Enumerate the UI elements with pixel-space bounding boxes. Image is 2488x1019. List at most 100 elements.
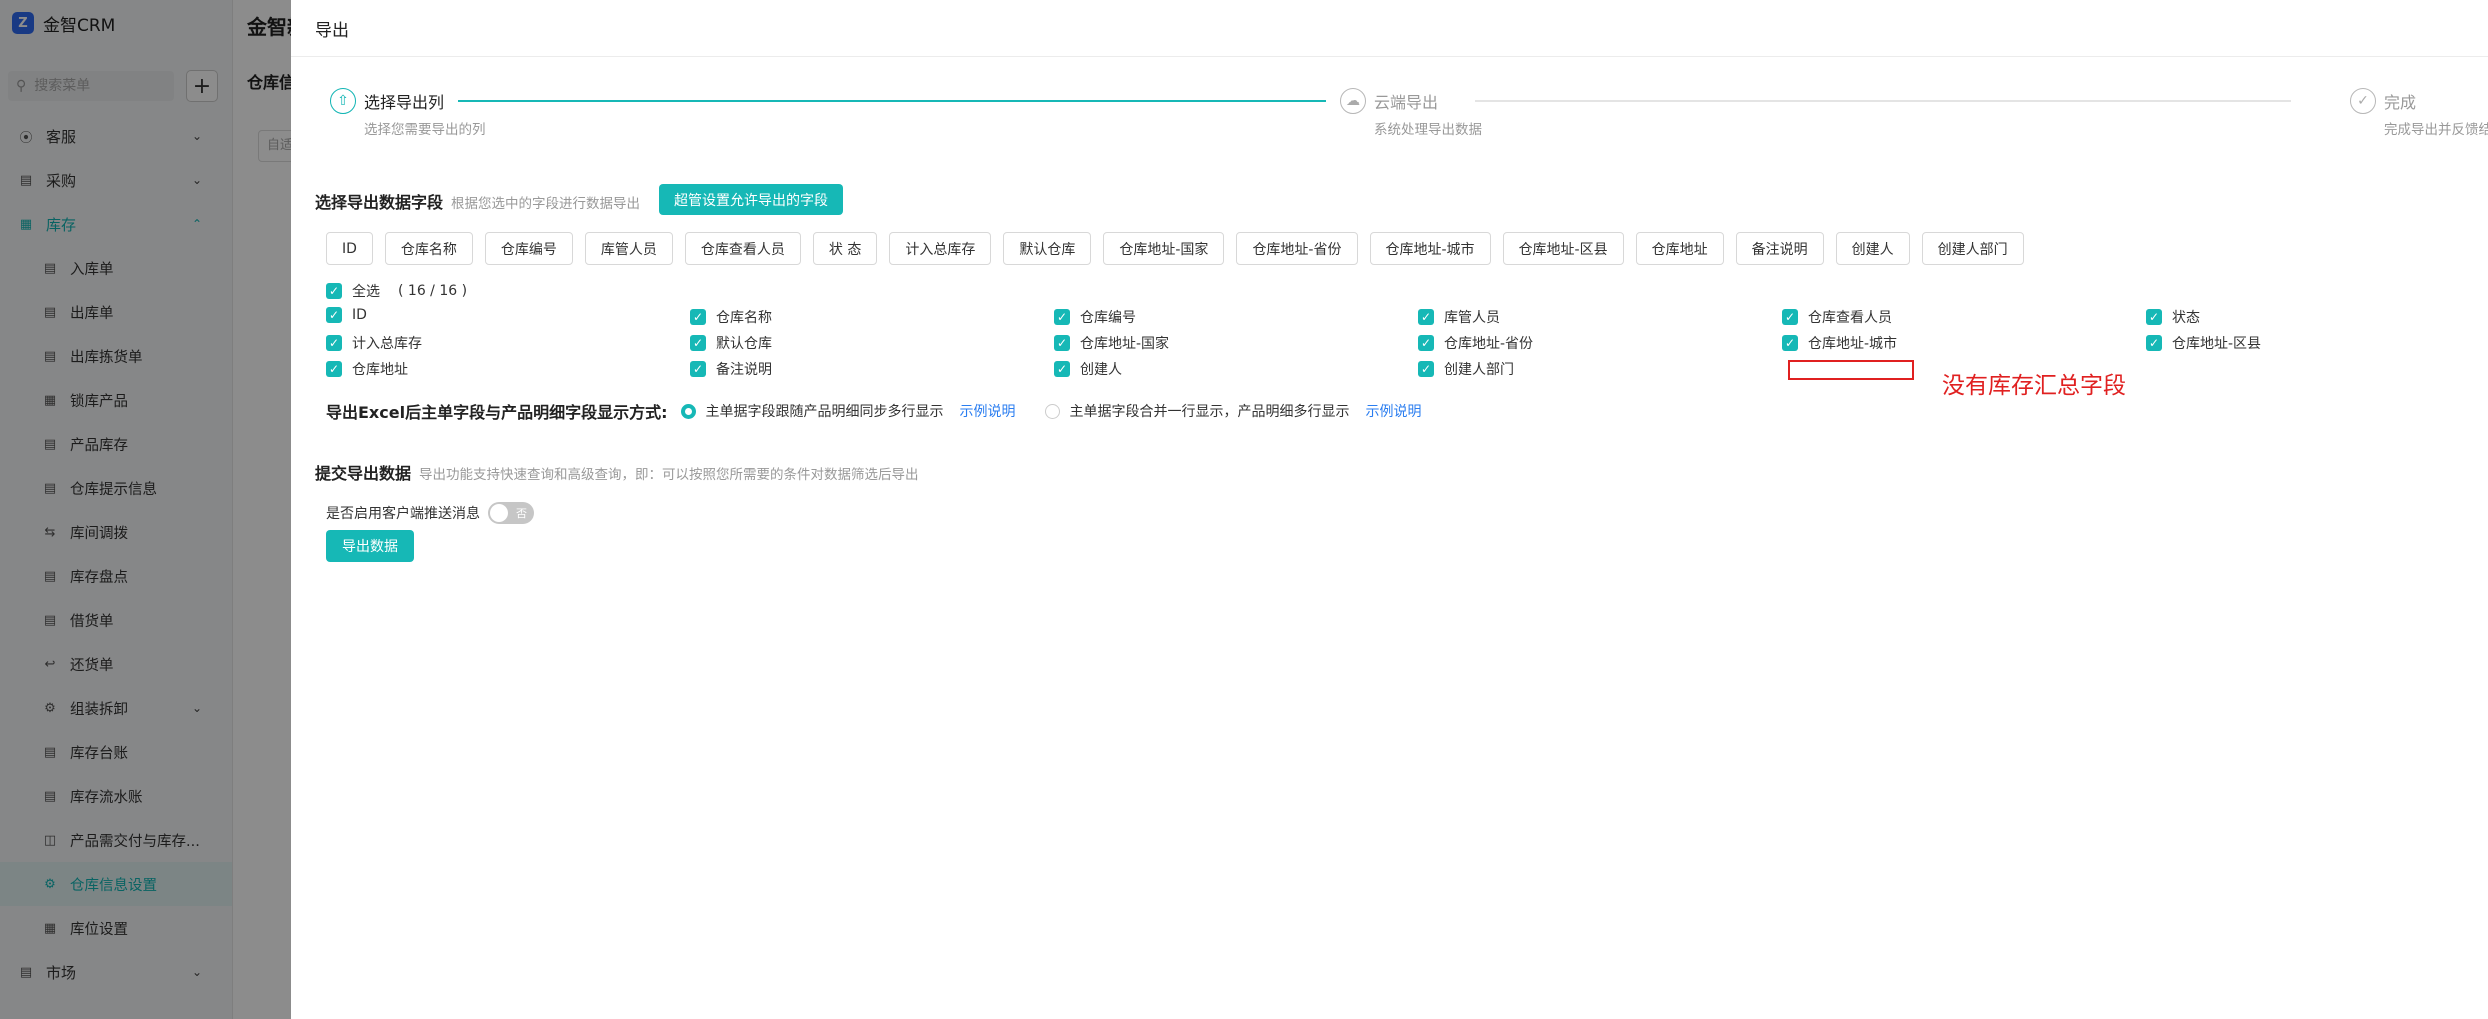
field-label: 创建人部门 [1444, 362, 1514, 378]
push-toggle[interactable]: 否 [488, 502, 534, 524]
radio-option-2-label[interactable]: 主单据字段合并一行显示，产品明细多行显示 [1069, 401, 1349, 421]
field-tag[interactable]: 仓库编号 [484, 232, 573, 265]
field-label: 仓库地址-省份 [1444, 336, 1534, 352]
section-title-text: 提交导出数据 [315, 464, 412, 483]
section-desc: 根据您选中的字段进行数据导出 [451, 196, 641, 212]
field-label: 仓库地址-区县 [2172, 336, 2262, 352]
radio-option-2[interactable] [1045, 403, 1061, 419]
cloud-icon: ☁ [1340, 88, 1366, 114]
field-checkbox[interactable]: ✓ 仓库地址-区县 [2146, 333, 2261, 353]
check-circle-icon: ✓ [2350, 88, 2376, 114]
step-connector-active [458, 100, 1326, 102]
field-checkbox[interactable]: ✓ 备注说明 [690, 359, 772, 379]
field-tag[interactable]: 备注说明 [1735, 232, 1824, 265]
checkbox-checked-icon: ✓ [2146, 335, 2162, 351]
field-checkbox[interactable]: ✓ 仓库名称 [690, 307, 772, 327]
checkbox-checked-icon: ✓ [1782, 335, 1798, 351]
checkbox-checked-icon: ✓ [1418, 335, 1434, 351]
field-checkbox[interactable]: ✓ 仓库编号 [1054, 307, 1136, 327]
admin-allowed-fields-button[interactable]: 超管设置允许导出的字段 [659, 184, 843, 215]
field-checkbox[interactable]: ✓ 库管人员 [1418, 307, 1500, 327]
step-desc: 选择您需要导出的列 [364, 122, 486, 138]
field-tag[interactable]: 计入总库存 [889, 232, 992, 265]
section-title-text: 选择导出数据字段 [315, 193, 444, 212]
submit-section-title: 提交导出数据 导出功能支持快速查询和高级查询，即：可以按照您所需要的条件对数据筛选… [315, 460, 919, 484]
field-label: 仓库名称 [716, 310, 772, 326]
field-tag-list: ID 仓库名称 仓库编号 库管人员 仓库查看人员 状 态 计入总库存 默认仓库 … [326, 232, 2036, 265]
select-all-label: 全选 [352, 284, 380, 300]
push-label: 是否启用客户端推送消息 [326, 506, 480, 522]
radio-option-1-label[interactable]: 主单据字段跟随产品明细同步多行显示 [705, 401, 943, 421]
field-checkbox[interactable]: ✓ 仓库地址-省份 [1418, 333, 1533, 353]
field-tag[interactable]: 仓库地址-城市 [1369, 232, 1491, 265]
checkbox-checked-icon: ✓ [326, 335, 342, 351]
step-desc: 完成导出并反馈结 [2384, 122, 2488, 138]
field-label: 备注说明 [716, 362, 772, 378]
field-tag[interactable]: 仓库地址-区县 [1502, 232, 1624, 265]
checkbox-checked-icon: ✓ [326, 307, 342, 323]
field-tag[interactable]: 仓库查看人员 [684, 232, 801, 265]
checkbox-checked-icon: ✓ [2146, 309, 2162, 325]
checkbox-checked-icon: ✓ [1782, 309, 1798, 325]
checkbox-checked-icon: ✓ [690, 309, 706, 325]
checkbox-checked-icon: ✓ [326, 361, 342, 377]
field-label: 仓库地址-城市 [1808, 336, 1898, 352]
field-label: 仓库地址-国家 [1080, 336, 1170, 352]
checkbox-checked-icon: ✓ [1054, 361, 1070, 377]
step-title: 云端导出 [1374, 93, 1439, 112]
checkbox-checked-icon: ✓ [1054, 309, 1070, 325]
field-label: 仓库查看人员 [1808, 310, 1892, 326]
example-link-2[interactable]: 示例说明 [1365, 401, 1421, 421]
field-checkbox[interactable]: ✓ 计入总库存 [326, 333, 422, 353]
field-label: 创建人 [1080, 362, 1122, 378]
excel-mode-label: 导出Excel后主单字段与产品明细字段显示方式: [326, 403, 668, 422]
selected-count: ( 16 / 16 ) [398, 283, 468, 299]
field-checkbox[interactable]: ✓ 默认仓库 [690, 333, 772, 353]
field-tag[interactable]: 库管人员 [584, 232, 673, 265]
field-checkbox[interactable]: ✓ 仓库查看人员 [1782, 307, 1892, 327]
section-desc: 导出功能支持快速查询和高级查询，即：可以按照您所需要的条件对数据筛选后导出 [419, 467, 919, 483]
field-label: 仓库编号 [1080, 310, 1136, 326]
field-checkbox[interactable]: ✓ 状态 [2146, 307, 2200, 327]
select-all-checkbox[interactable]: ✓ 全选 ( 16 / 16 ) [326, 281, 467, 301]
field-tag[interactable]: 状 态 [812, 232, 878, 265]
drawer-title: 导出 [291, 0, 2488, 57]
push-setting-row: 是否启用客户端推送消息 否 [326, 500, 534, 526]
toggle-knob [490, 504, 508, 522]
checkbox-checked-icon: ✓ [326, 283, 342, 299]
field-checkbox[interactable]: ✓ ID [326, 307, 367, 323]
checkbox-checked-icon: ✓ [1418, 309, 1434, 325]
toggle-label: 否 [516, 507, 527, 520]
step-title: 选择导出列 [364, 93, 445, 112]
field-checkbox[interactable]: ✓ 仓库地址-国家 [1054, 333, 1169, 353]
field-tag[interactable]: 创建人 [1835, 232, 1910, 265]
field-tag[interactable]: 仓库地址-省份 [1236, 232, 1358, 265]
step-connector [1475, 100, 2291, 102]
field-checkbox[interactable]: ✓ 仓库地址 [326, 359, 408, 379]
checkbox-checked-icon: ✓ [1418, 361, 1434, 377]
field-label: 状态 [2172, 310, 2200, 326]
field-checkbox[interactable]: ✓ 仓库地址-城市 [1782, 333, 1897, 353]
step-desc: 系统处理导出数据 [1374, 122, 1482, 138]
field-tag[interactable]: ID [326, 232, 373, 265]
field-label: ID [352, 307, 367, 323]
checkbox-checked-icon: ✓ [1054, 335, 1070, 351]
field-checkbox[interactable]: ✓ 创建人 [1054, 359, 1122, 379]
excel-mode-row: 导出Excel后主单字段与产品明细字段显示方式: 主单据字段跟随产品明细同步多行… [326, 398, 1421, 424]
field-tag[interactable]: 默认仓库 [1003, 232, 1092, 265]
field-tag[interactable]: 创建人部门 [1921, 232, 2024, 265]
export-data-button[interactable]: 导出数据 [326, 530, 414, 562]
radio-option-1[interactable] [681, 403, 697, 419]
checkbox-checked-icon: ✓ [690, 361, 706, 377]
cloud-upload-icon: ⇧ [330, 88, 356, 114]
field-tag[interactable]: 仓库地址 [1635, 232, 1724, 265]
field-label: 库管人员 [1444, 310, 1500, 326]
annotation-box [1788, 360, 1914, 380]
field-tag[interactable]: 仓库名称 [384, 232, 473, 265]
example-link-1[interactable]: 示例说明 [959, 401, 1015, 421]
field-checkbox[interactable]: ✓ 创建人部门 [1418, 359, 1514, 379]
field-label: 计入总库存 [352, 336, 422, 352]
field-tag[interactable]: 仓库地址-国家 [1103, 232, 1225, 265]
step-title: 完成 [2384, 93, 2417, 112]
field-label: 默认仓库 [716, 336, 772, 352]
